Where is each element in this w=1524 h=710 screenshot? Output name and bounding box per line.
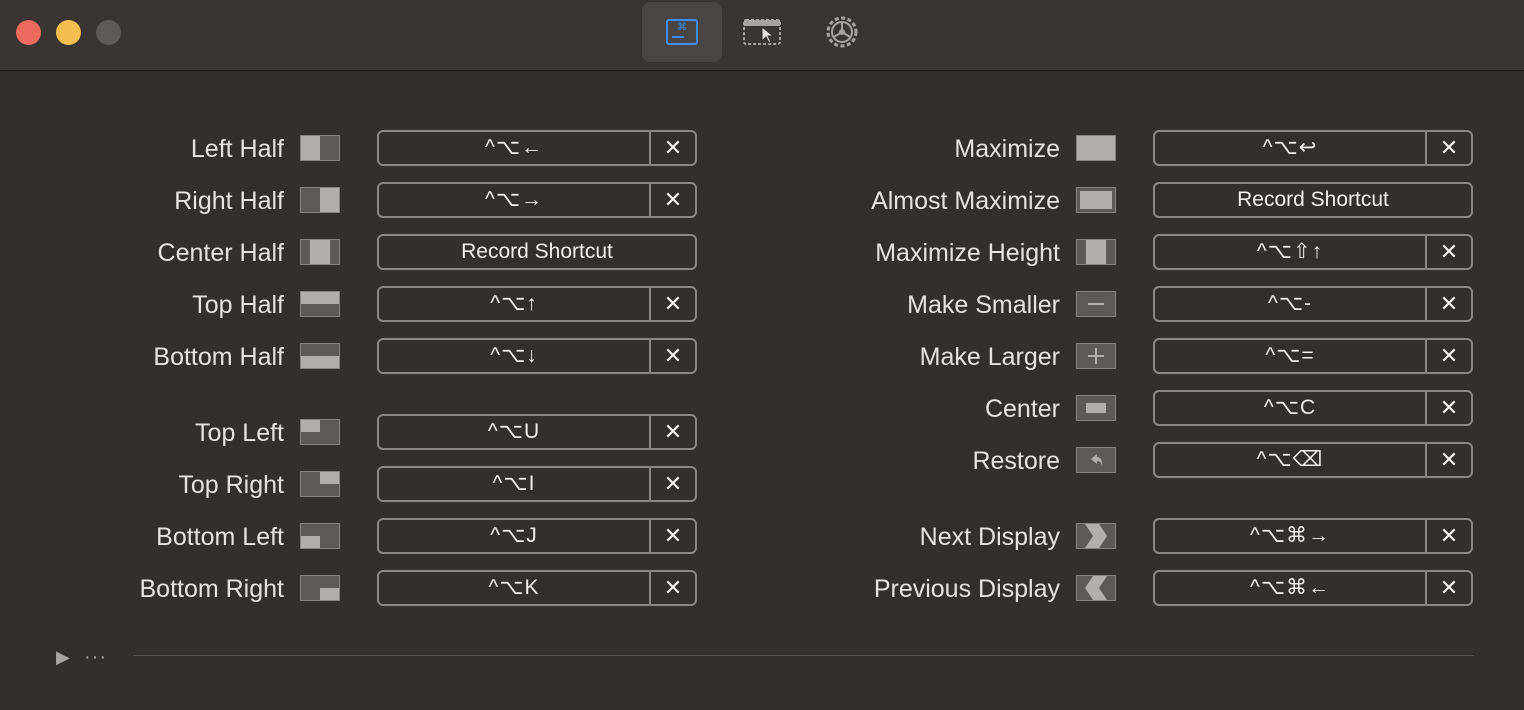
shortcut-row-almost-maximize: Almost Maximize Record Shortcut [0,182,1524,219]
shortcut-row-make-larger: Make Larger ^⌥= ✕ [0,338,1524,375]
next-display-shortcut-field[interactable]: ^⌥⌘→ ✕ [1153,518,1473,554]
almost-maximize-record-shortcut-button[interactable]: Record Shortcut [1153,182,1473,218]
make-smaller-icon [1076,291,1116,317]
settings-gear-icon [826,16,858,48]
shortcut-keys[interactable]: ^⌥↩ [1155,132,1427,164]
shortcut-row-restore: Restore ^⌥⌫ ✕ [0,442,1524,479]
shortcut-keys[interactable]: ^⌥= [1155,340,1427,372]
tab-keyboard-shortcuts[interactable]: ⌘ [642,2,722,62]
restore-icon [1076,447,1116,473]
shortcut-row-center: Center ^⌥C ✕ [0,390,1524,427]
svg-text:⌘: ⌘ [677,22,687,33]
shortcut-keys[interactable]: ^⌥⌘← [1155,572,1427,604]
more-options-icon[interactable]: ··· [84,646,107,669]
make-larger-icon [1076,343,1116,369]
shortcut-keys[interactable]: ^⌥⇧↑ [1155,236,1427,268]
center-label: Center [984,395,1060,423]
shortcut-keys[interactable]: ^⌥⌫ [1155,444,1427,476]
clear-shortcut-button[interactable]: ✕ [1427,288,1471,320]
shortcut-keys[interactable]: ^⌥⌘→ [1155,520,1427,552]
almost-maximize-label: Almost Maximize [871,187,1060,215]
maximize-height-icon [1076,239,1116,265]
shortcut-row-make-smaller: Make Smaller ^⌥- ✕ [0,286,1524,323]
clear-shortcut-button[interactable]: ✕ [1427,340,1471,372]
almost-maximize-icon [1076,187,1116,213]
maximize-icon [1076,135,1116,161]
shortcut-row-maximize-height: Maximize Height ^⌥⇧↑ ✕ [0,234,1524,271]
clear-shortcut-button[interactable]: ✕ [1427,392,1471,424]
record-shortcut-label[interactable]: Record Shortcut [1155,184,1471,216]
previous-display-label: Previous Display [873,575,1060,603]
clear-shortcut-button[interactable]: ✕ [1427,572,1471,604]
make-smaller-shortcut-field[interactable]: ^⌥- ✕ [1153,286,1473,322]
shortcut-row-maximize: Maximize ^⌥↩ ✕ [0,130,1524,167]
window-titlebar: ⌘ [0,0,1524,71]
make-smaller-label: Make Smaller [907,291,1060,319]
shortcut-row-previous-display: Previous Display ^⌥⌘← ✕ [0,570,1524,607]
make-larger-shortcut-field[interactable]: ^⌥= ✕ [1153,338,1473,374]
shortcut-keys[interactable]: ^⌥C [1155,392,1427,424]
snap-areas-icon [743,19,781,45]
maximize-height-shortcut-field[interactable]: ^⌥⇧↑ ✕ [1153,234,1473,270]
tab-settings[interactable] [802,2,882,62]
clear-shortcut-button[interactable]: ✕ [1427,132,1471,164]
keyboard-shortcuts-icon: ⌘ [666,19,698,45]
clear-shortcut-button[interactable]: ✕ [1427,444,1471,476]
restore-shortcut-field[interactable]: ^⌥⌫ ✕ [1153,442,1473,478]
maximize-height-label: Maximize Height [875,239,1060,267]
zoom-window-button[interactable] [96,20,121,45]
footer-divider [133,655,1474,656]
shortcut-row-next-display: Next Display ^⌥⌘→ ✕ [0,518,1524,555]
tab-snap-areas[interactable] [722,2,802,62]
previous-display-shortcut-field[interactable]: ^⌥⌘← ✕ [1153,570,1473,606]
make-larger-label: Make Larger [919,343,1060,371]
shortcut-keys[interactable]: ^⌥- [1155,288,1427,320]
close-window-button[interactable] [16,20,41,45]
center-icon [1076,395,1116,421]
center-shortcut-field[interactable]: ^⌥C ✕ [1153,390,1473,426]
maximize-shortcut-field[interactable]: ^⌥↩ ✕ [1153,130,1473,166]
next-display-icon [1076,523,1116,549]
restore-label: Restore [972,447,1060,475]
clear-shortcut-button[interactable]: ✕ [1427,236,1471,268]
next-display-label: Next Display [919,523,1060,551]
previous-display-icon [1076,575,1116,601]
play-icon[interactable]: ▶ [56,647,70,668]
clear-shortcut-button[interactable]: ✕ [1427,520,1471,552]
maximize-label: Maximize [954,135,1060,163]
minimize-window-button[interactable] [56,20,81,45]
